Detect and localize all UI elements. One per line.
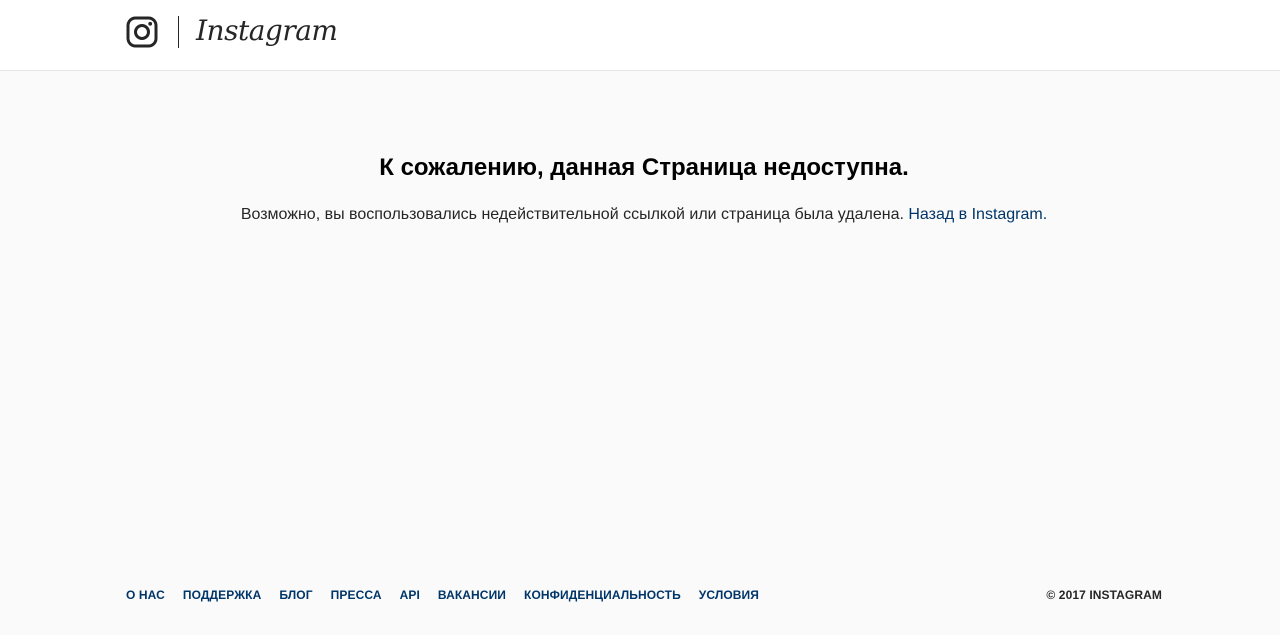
- footer: О НАС ПОДДЕРЖКА БЛОГ ПРЕССА API ВАКАНСИИ…: [126, 585, 1162, 605]
- error-content: К сожалению, данная Страница недоступна.…: [0, 71, 1280, 571]
- footer-link-press[interactable]: ПРЕССА: [331, 588, 382, 602]
- instagram-camera-icon: [126, 16, 158, 48]
- page-title: К сожалению, данная Страница недоступна.: [379, 154, 909, 181]
- instagram-wordmark: Instagram: [196, 14, 338, 47]
- logo-divider: [178, 16, 179, 48]
- error-message-text: Возможно, вы воспользовались недействите…: [240, 206, 904, 223]
- footer-link-jobs[interactable]: ВАКАНСИИ: [438, 588, 506, 602]
- footer-link-api[interactable]: API: [400, 588, 420, 602]
- footer-nav: О НАС ПОДДЕРЖКА БЛОГ ПРЕССА API ВАКАНСИИ…: [126, 586, 759, 604]
- footer-link-support[interactable]: ПОДДЕРЖКА: [183, 588, 261, 602]
- home-logo-link[interactable]: Instagram: [126, 14, 338, 49]
- footer-link-about[interactable]: О НАС: [126, 588, 165, 602]
- footer-link-terms[interactable]: УСЛОВИЯ: [699, 588, 759, 602]
- top-bar: Instagram: [0, 0, 1280, 71]
- copyright: © 2017 INSTAGRAM: [1046, 588, 1162, 602]
- error-message: Возможно, вы воспользовались недействите…: [0, 205, 1280, 225]
- back-to-instagram-link[interactable]: Назад в Instagram.: [908, 206, 1047, 223]
- footer-link-privacy[interactable]: КОНФИДЕНЦИАЛЬНОСТЬ: [524, 588, 681, 602]
- footer-link-blog[interactable]: БЛОГ: [279, 588, 312, 602]
